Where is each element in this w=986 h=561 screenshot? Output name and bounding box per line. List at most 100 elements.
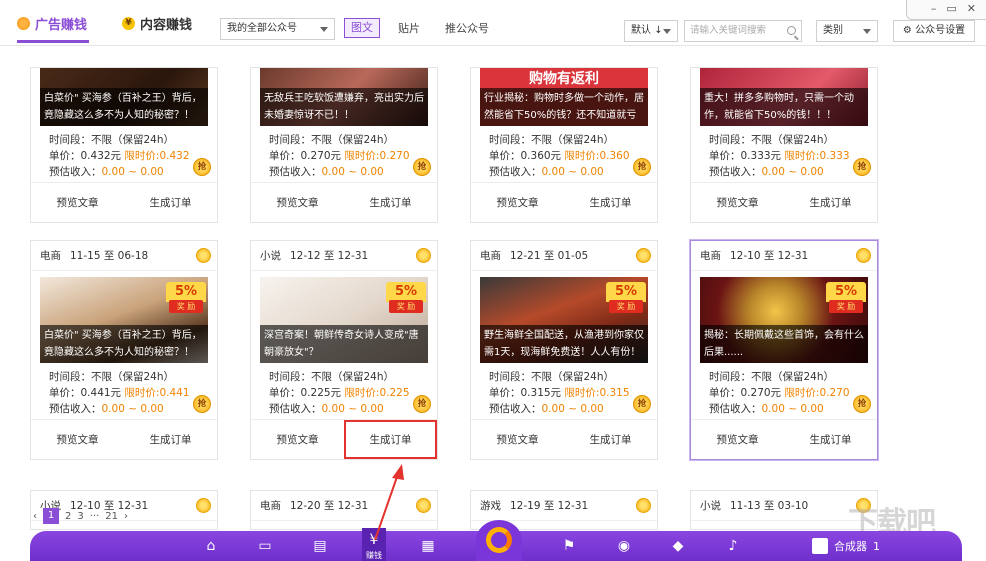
- prev-page-button[interactable]: ‹: [33, 511, 37, 522]
- app-logo-button[interactable]: [476, 520, 522, 561]
- preview-article-button[interactable]: 预览文章: [251, 420, 344, 459]
- view-paste-tab[interactable]: 贴片: [398, 20, 420, 36]
- card-thumbnail[interactable]: 5% 奖 励 深宫奇案！朝鲜传奇女诗人变成"唐朝豪放女"？: [260, 277, 428, 363]
- create-order-button[interactable]: 生成订单: [564, 420, 657, 459]
- grab-coin-icon[interactable]: 抢: [633, 395, 651, 413]
- income-line: 预估收入：0.00 ~ 0.00: [49, 401, 208, 417]
- account-select-value: 我的全部公众号: [227, 23, 297, 34]
- card-category: 电商: [700, 250, 721, 262]
- create-order-button[interactable]: 生成订单: [344, 420, 437, 459]
- page-3[interactable]: 3: [77, 511, 83, 522]
- unit-price: 单价：0.432元: [49, 150, 122, 162]
- card-caption: 白菜价" 买海参（百补之王）背后，竟隐藏这么多不为人知的秘密？！: [40, 88, 208, 126]
- tab-ad-earn[interactable]: 广告赚钱: [17, 14, 87, 33]
- preview-article-button[interactable]: 预览文章: [31, 183, 124, 222]
- card-date-range: 12-10 至 12-31: [730, 250, 809, 262]
- close-button[interactable]: ✕: [967, 2, 976, 15]
- card-category: 电商: [40, 250, 61, 262]
- limit-price: 限时价:0.270: [784, 387, 850, 399]
- card-caption: 野生海鲜全国配送，从渔港到你家仅需1天，现海鲜免费送！人人有份！: [480, 325, 648, 363]
- income-value: 0.00 ~ 0.00: [101, 166, 164, 178]
- card-header: 电商 12-10 至 12-31: [691, 241, 877, 271]
- create-order-button[interactable]: 生成订单: [784, 183, 877, 222]
- create-order-button[interactable]: 生成订单: [784, 420, 877, 459]
- card-date-range: 12-12 至 12-31: [290, 250, 369, 262]
- price-line: 单价：0.333元 限时价:0.333: [709, 148, 868, 164]
- ad-card: 电商 12-21 至 01-05 5% 奖 励 野生海鲜全国配送，从渔港到你家仅需…: [470, 240, 658, 460]
- home-icon[interactable]: ⌂: [202, 538, 220, 554]
- unit-price: 单价：0.441元: [49, 387, 122, 399]
- create-order-button[interactable]: 生成订单: [344, 183, 437, 222]
- grab-coin-icon[interactable]: 抢: [853, 395, 871, 413]
- view-graphic-button[interactable]: 图文: [344, 18, 380, 38]
- account-select[interactable]: 我的全部公众号: [220, 18, 335, 40]
- card-thumbnail[interactable]: 无敌兵王吃软饭遭嫌弃，亮出实力后未婚妻惊讶不已！！: [260, 68, 428, 126]
- user-account[interactable]: 合成器 1: [812, 538, 880, 554]
- income-line: 预估收入：0.00 ~ 0.00: [489, 164, 648, 180]
- card-thumbnail[interactable]: 重大！拼多多购物时，只需一个动作，就能省下50%的钱！！！: [700, 68, 868, 126]
- grab-coin-icon[interactable]: 抢: [633, 158, 651, 176]
- preview-article-button[interactable]: 预览文章: [691, 420, 784, 459]
- next-page-button[interactable]: ›: [124, 511, 128, 522]
- card-category: 电商: [260, 500, 281, 512]
- card-caption: 行业揭秘：购物时多做一个动作，居然能省下50%的钱？还不知道就亏大: [480, 88, 648, 126]
- income-value: 0.00 ~ 0.00: [541, 403, 604, 415]
- income-line: 预估收入：0.00 ~ 0.00: [489, 401, 648, 417]
- maximize-button[interactable]: ▭: [946, 2, 956, 15]
- card-actions: 预览文章 生成订单: [31, 182, 217, 222]
- create-order-button[interactable]: 生成订单: [564, 183, 657, 222]
- preview-article-button[interactable]: 预览文章: [691, 183, 784, 222]
- flag-icon[interactable]: ⚑: [560, 538, 578, 554]
- cube-icon[interactable]: ◆: [669, 538, 687, 554]
- preview-article-button[interactable]: 预览文章: [251, 183, 344, 222]
- category-select[interactable]: 类别: [816, 20, 878, 42]
- card-info: 时间段：不限（保留24h） 单价：0.333元 限时价:0.333 预估收入：0…: [691, 126, 877, 182]
- grab-coin-icon[interactable]: 抢: [853, 158, 871, 176]
- logo-ring-icon: [486, 527, 512, 553]
- income-value: 0.00 ~ 0.00: [541, 166, 604, 178]
- card-actions: 预览文章 生成订单: [251, 419, 437, 459]
- tab-content-earn[interactable]: ¥ 内容赚钱: [122, 14, 192, 33]
- music-icon[interactable]: ♪: [724, 538, 742, 554]
- search-icon[interactable]: [787, 26, 796, 35]
- page-1[interactable]: 1: [43, 508, 59, 524]
- document-icon[interactable]: ▤: [311, 538, 329, 554]
- card-caption: 无敌兵王吃软饭遭嫌弃，亮出实力后未婚妻惊讶不已！！: [260, 88, 428, 126]
- income-value: 0.00 ~ 0.00: [101, 403, 164, 415]
- preview-article-button[interactable]: 预览文章: [471, 183, 564, 222]
- grab-coin-icon[interactable]: 抢: [193, 158, 211, 176]
- limit-price: 限时价:0.225: [344, 387, 410, 399]
- card-info: 时间段：不限（保留24h） 单价：0.441元 限时价:0.441 预估收入：0…: [31, 363, 217, 419]
- page-ellipsis: ···: [89, 510, 100, 522]
- ad-card: 无敌兵王吃软饭遭嫌弃，亮出实力后未婚妻惊讶不已！！ 时间段：不限（保留24h） …: [250, 67, 438, 223]
- sort-select[interactable]: 默认 ↓: [624, 20, 678, 42]
- search-input[interactable]: 请输入关键词搜索: [684, 20, 802, 42]
- grab-coin-icon[interactable]: 抢: [413, 395, 431, 413]
- monitor-icon[interactable]: ▭: [256, 538, 274, 554]
- preview-article-button[interactable]: 预览文章: [471, 420, 564, 459]
- card-info: 时间段：不限（保留24h） 单价：0.270元 限时价:0.270 预估收入：0…: [251, 126, 437, 182]
- page-2[interactable]: 2: [65, 511, 71, 522]
- clipboard-icon[interactable]: ▦: [419, 538, 437, 554]
- weibo-icon[interactable]: ◉: [615, 538, 633, 554]
- arrow-head: [392, 464, 404, 480]
- minimize-button[interactable]: –: [931, 2, 937, 15]
- create-order-button[interactable]: 生成订单: [124, 183, 217, 222]
- view-promote-tab[interactable]: 推公众号: [445, 20, 489, 36]
- income-value: 0.00 ~ 0.00: [321, 403, 384, 415]
- card-thumbnail[interactable]: 5% 奖 励 揭秘：长期佩戴这些首饰，会有什么后果......: [700, 277, 868, 363]
- create-order-button[interactable]: 生成订单: [124, 420, 217, 459]
- preview-article-button[interactable]: 预览文章: [31, 420, 124, 459]
- page-last[interactable]: 21: [105, 511, 118, 522]
- card-date-range: 11-15 至 06-18: [70, 250, 149, 262]
- card-thumbnail[interactable]: 白菜价" 买海参（百补之王）背后，竟隐藏这么多不为人知的秘密？！: [40, 68, 208, 126]
- reward-percent: 5%: [386, 282, 426, 302]
- reward-ribbon: 奖 励: [169, 300, 203, 313]
- grab-coin-icon[interactable]: 抢: [413, 158, 431, 176]
- card-thumbnail[interactable]: 购物有返利 行业揭秘：购物时多做一个动作，居然能省下50%的钱？还不知道就亏大: [480, 68, 648, 126]
- account-settings-button[interactable]: ⚙ 公众号设置: [893, 20, 975, 42]
- card-thumbnail[interactable]: 5% 奖 励 野生海鲜全国配送，从渔港到你家仅需1天，现海鲜免费送！人人有份！: [480, 277, 648, 363]
- card-thumbnail[interactable]: 5% 奖 励 白菜价" 买海参（百补之王）背后，竟隐藏这么多不为人知的秘密？！: [40, 277, 208, 363]
- income-label: 预估收入：: [709, 166, 762, 178]
- grab-coin-icon[interactable]: 抢: [193, 395, 211, 413]
